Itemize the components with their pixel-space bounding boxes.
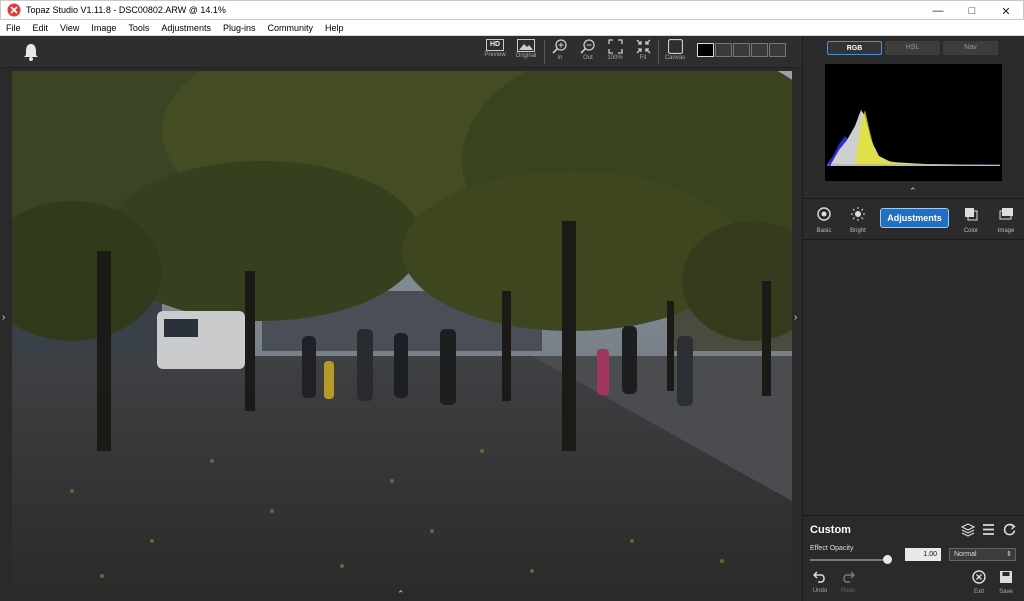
blend-mode-select[interactable]: Normal ⇕ bbox=[949, 548, 1016, 561]
toolbar: HD Preview Original In Out 100% Fit Canv… bbox=[0, 36, 802, 68]
split-vertical-button[interactable] bbox=[715, 43, 732, 57]
side-by-side-button[interactable] bbox=[751, 43, 768, 57]
menu-plugins[interactable]: Plug-ins bbox=[217, 23, 262, 33]
effect-opacity-slider[interactable] bbox=[810, 559, 890, 561]
zoom-out-button[interactable]: Out bbox=[573, 39, 603, 61]
image-icon bbox=[517, 39, 535, 52]
exit-button[interactable]: Exit bbox=[969, 570, 989, 595]
fit-button[interactable]: Fit bbox=[628, 39, 658, 61]
category-color-label: Color bbox=[963, 228, 979, 234]
color-layers-icon bbox=[965, 208, 978, 221]
histogram-graph bbox=[827, 110, 1000, 166]
preset-name: Custom bbox=[810, 524, 851, 536]
redo-label: Redo bbox=[840, 588, 856, 594]
right-panel: RGB HSL Nav ⌃ Basic Bright Adjustments C… bbox=[802, 36, 1024, 601]
original-label: Original bbox=[515, 53, 537, 59]
preview-label: Preview bbox=[484, 52, 506, 58]
original-button[interactable]: Original bbox=[511, 39, 541, 59]
zoom-in-label: In bbox=[557, 55, 563, 61]
reset-icon[interactable] bbox=[1003, 523, 1016, 536]
fit-icon bbox=[636, 39, 650, 54]
menu-view[interactable]: View bbox=[54, 23, 85, 33]
layers-icon[interactable] bbox=[961, 523, 975, 537]
aperture-icon bbox=[817, 207, 831, 221]
save-button[interactable]: Save bbox=[996, 570, 1016, 595]
category-image[interactable]: Image bbox=[989, 207, 1023, 234]
zoom-in-icon bbox=[552, 39, 567, 54]
single-view-button[interactable] bbox=[697, 43, 714, 57]
maximize-button[interactable]: □ bbox=[955, 1, 989, 21]
category-basic-label: Basic bbox=[816, 228, 832, 234]
title-bar: Topaz Studio V1.11.8 - DSC00802.ARW @ 14… bbox=[0, 0, 1024, 20]
adjustments-button[interactable]: Adjustments bbox=[880, 208, 949, 228]
tab-hsl[interactable]: HSL bbox=[885, 41, 940, 55]
category-basic[interactable]: Basic bbox=[807, 207, 841, 234]
menu-help[interactable]: Help bbox=[319, 23, 350, 33]
histogram-display bbox=[825, 64, 1002, 181]
undo-button[interactable]: Undo bbox=[810, 570, 830, 594]
exit-label: Exit bbox=[973, 589, 984, 595]
effect-opacity-slider-thumb[interactable] bbox=[883, 555, 892, 564]
topaz-logo-icon bbox=[7, 3, 21, 17]
edited-photo bbox=[12, 71, 792, 589]
hd-icon: HD bbox=[486, 39, 504, 51]
menu-file[interactable]: File bbox=[0, 23, 27, 33]
minimize-button[interactable]: — bbox=[921, 1, 955, 21]
effect-opacity-input[interactable]: 1.00 bbox=[905, 548, 941, 561]
menu-community[interactable]: Community bbox=[261, 23, 319, 33]
category-image-label: Image bbox=[997, 228, 1015, 234]
effect-opacity-label: Effect Opacity bbox=[810, 545, 854, 552]
canvas-icon bbox=[667, 39, 683, 54]
right-panel-toggle-icon[interactable]: › bbox=[794, 312, 797, 323]
exit-circle-x-icon bbox=[972, 570, 986, 584]
undo-label: Undo bbox=[812, 588, 828, 594]
tab-nav[interactable]: Nav bbox=[943, 41, 998, 55]
actual-size-icon bbox=[607, 39, 623, 54]
menu-edit[interactable]: Edit bbox=[27, 23, 55, 33]
menu-image[interactable]: Image bbox=[85, 23, 122, 33]
save-label: Save bbox=[999, 589, 1013, 595]
bottom-panel-toggle-icon[interactable]: ⌃ bbox=[397, 589, 405, 600]
street-scene-photo bbox=[12, 71, 792, 589]
menu-bar: File Edit View Image Tools Adjustments P… bbox=[0, 20, 1024, 36]
preview-button[interactable]: HD Preview bbox=[480, 39, 510, 58]
zoom-in-button[interactable]: In bbox=[545, 39, 575, 61]
zoom-out-icon bbox=[580, 39, 595, 54]
zoom-out-label: Out bbox=[583, 55, 593, 61]
redo-button[interactable]: Redo bbox=[838, 570, 858, 594]
redo-icon bbox=[843, 571, 856, 583]
canvas-button[interactable]: Canvas bbox=[660, 39, 690, 61]
category-bright-label: Bright bbox=[850, 228, 866, 234]
menu-tools[interactable]: Tools bbox=[122, 23, 155, 33]
zoom-100-button[interactable]: 100% bbox=[600, 39, 630, 61]
split-horizontal-button[interactable] bbox=[733, 43, 750, 57]
stacked-view-button[interactable] bbox=[769, 43, 786, 57]
histogram-collapse-icon[interactable]: ⌃ bbox=[909, 186, 917, 197]
category-bright[interactable]: Bright bbox=[841, 207, 875, 234]
notification-bell-icon[interactable] bbox=[22, 42, 40, 67]
close-button[interactable]: ✕ bbox=[989, 1, 1023, 21]
image-canvas[interactable]: › › ⌃ bbox=[0, 68, 802, 601]
image-stack-icon bbox=[999, 208, 1013, 220]
canvas-label: Canvas bbox=[664, 55, 686, 61]
zoom-100-label: 100% bbox=[607, 55, 623, 61]
fit-label: Fit bbox=[639, 55, 647, 61]
category-color[interactable]: Color bbox=[954, 207, 988, 234]
undo-icon bbox=[812, 571, 825, 583]
window-title: Topaz Studio V1.11.8 - DSC00802.ARW @ 14… bbox=[26, 5, 226, 15]
left-panel-toggle-icon[interactable]: › bbox=[2, 312, 5, 323]
preset-panel: Custom Effect Opacity 1.00 Normal ⇕ Undo… bbox=[803, 515, 1024, 601]
blend-mode-value: Normal bbox=[954, 551, 977, 558]
view-layout-group bbox=[697, 43, 787, 57]
save-icon bbox=[1000, 571, 1012, 583]
menu-adjustments[interactable]: Adjustments bbox=[155, 23, 217, 33]
sun-icon bbox=[851, 207, 865, 221]
tab-rgb[interactable]: RGB bbox=[827, 41, 882, 55]
select-updown-icon: ⇕ bbox=[1006, 551, 1012, 558]
histogram-tabs: RGB HSL Nav bbox=[827, 41, 1001, 55]
menu-icon[interactable] bbox=[982, 523, 995, 536]
